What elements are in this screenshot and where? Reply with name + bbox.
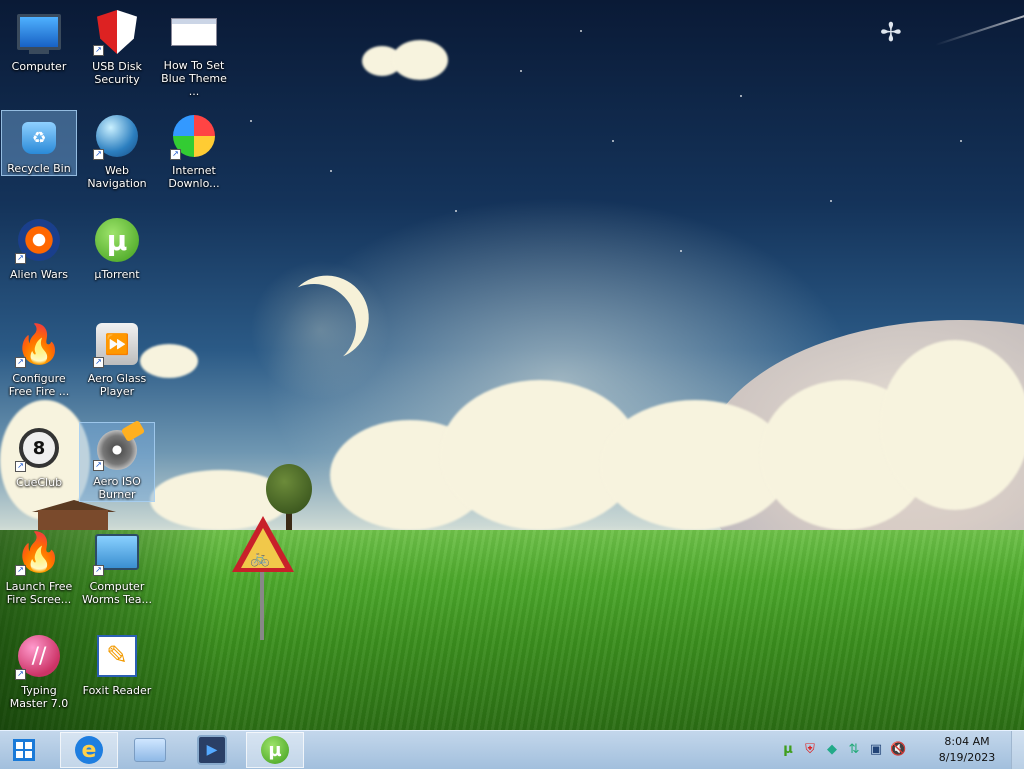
desktop-icon-alien-wars[interactable]: ↗ Alien Wars: [1, 210, 77, 306]
star: [455, 210, 457, 212]
taskbar-file-explorer[interactable]: [121, 732, 179, 768]
desktop-icon-label: µTorrent: [94, 268, 140, 281]
tray-utorrent-icon[interactable]: µ: [780, 742, 796, 758]
utorrent-icon: µ: [93, 216, 141, 264]
desktop-icon-label: Computer: [11, 60, 67, 73]
star: [680, 250, 682, 252]
desktop-icon-computer[interactable]: Computer: [1, 2, 77, 98]
computer-worms-icon: ↗: [93, 528, 141, 576]
taskbar: e ▶ µ µ ⛨ ◆ ⇅ ▣ 🔇 8:04 AM 8/19/2023: [0, 730, 1024, 769]
star: [580, 30, 582, 32]
star: [250, 120, 252, 122]
desktop-icon-cueclub[interactable]: 8 ↗ CueClub: [1, 418, 77, 514]
computer-icon: [15, 8, 63, 56]
star: [960, 140, 962, 142]
star: [612, 140, 614, 142]
desktop-icon-aero-glass-player[interactable]: ⏩ ↗ Aero Glass Player: [79, 314, 155, 410]
star: [740, 95, 742, 97]
alien-wars-icon: ↗: [15, 216, 63, 264]
desktop-icon-aero-iso-burner[interactable]: ↗ Aero ISO Burner: [79, 422, 155, 502]
tray-arrows-icon[interactable]: ⇅: [846, 742, 862, 758]
desktop-icon-recycle-bin[interactable]: ♻ Recycle Bin: [1, 110, 77, 176]
desktop-icon-label: Internet Downlo...: [168, 164, 220, 190]
shield-icon: ↗: [93, 8, 141, 56]
taskbar-utorrent[interactable]: µ: [246, 732, 304, 768]
desktop-icon-label: Foxit Reader: [82, 684, 152, 697]
media-player-icon: ⏩ ↗: [93, 320, 141, 368]
star: [520, 70, 522, 72]
taskbar-clock[interactable]: 8:04 AM 8/19/2023: [930, 734, 1004, 766]
desktop-icon-label: Typing Master 7.0: [9, 684, 69, 710]
desktop-icon-web-navigation[interactable]: ↗ Web Navigation: [79, 106, 155, 202]
desktop-icon-usb-disk-security[interactable]: ↗ USB Disk Security: [79, 2, 155, 98]
tray-volume-muted-icon[interactable]: 🔇: [890, 742, 906, 758]
desktop-icon-typing-master[interactable]: //↗ Typing Master 7.0: [1, 626, 77, 722]
globe-icon: ↗: [93, 112, 141, 160]
desktop-icon-configure-free-fire[interactable]: 🔥 ↗ Configure Free Fire ...: [1, 314, 77, 410]
desktop-icon-label: Web Navigation: [87, 164, 147, 190]
taskbar-internet-explorer[interactable]: e: [60, 732, 118, 768]
desktop-icon-label: Recycle Bin: [7, 162, 71, 175]
taskbar-media-player[interactable]: ▶: [183, 732, 241, 768]
folder-icon: [134, 738, 166, 762]
cloud: [880, 340, 1024, 510]
desktop-icon-label: Aero Glass Player: [87, 372, 147, 398]
pdf-reader-icon: ✎: [93, 632, 141, 680]
desktop-icon-foxit-reader[interactable]: ✎ Foxit Reader: [79, 626, 155, 722]
star: [330, 170, 332, 172]
clock-time: 8:04 AM: [944, 735, 990, 748]
fire-icon: 🔥 ↗: [15, 322, 63, 368]
satellite-icon: ✢: [880, 18, 902, 48]
cloud: [392, 40, 448, 80]
desktop-icon-how-to-set-blue-theme[interactable]: How To Set Blue Theme ...: [156, 2, 232, 98]
desktop-icon-utorrent[interactable]: µ µTorrent: [79, 210, 155, 306]
desktop-icon-label: Configure Free Fire ...: [8, 372, 70, 398]
show-desktop-button[interactable]: [1011, 731, 1024, 769]
media-player-icon: ▶: [197, 735, 227, 765]
internet-explorer-icon: e: [75, 736, 103, 764]
clock-date: 8/19/2023: [938, 751, 996, 764]
start-button[interactable]: [6, 735, 42, 765]
utorrent-icon: µ: [261, 736, 289, 764]
disc-burner-icon: ↗: [93, 429, 141, 471]
typing-master-icon: //↗: [15, 632, 63, 680]
cueclub-icon: 8 ↗: [15, 424, 63, 472]
sign-pole: [260, 560, 264, 640]
desktop-icon-label: Alien Wars: [9, 268, 69, 281]
system-tray: µ ⛨ ◆ ⇅ ▣ 🔇: [780, 737, 906, 763]
desktop-icon-internet-download-manager[interactable]: ↗ Internet Downlo...: [156, 106, 232, 202]
desktop-icon-label: How To Set Blue Theme ...: [161, 59, 227, 98]
desktop-icon-label: Aero ISO Burner: [93, 475, 141, 501]
tree-icon: [266, 464, 312, 514]
desktop-icon-label: Computer Worms Tea...: [81, 580, 153, 606]
desktop-icon-label: CueClub: [15, 476, 63, 489]
fire-icon: 🔥 ↗: [15, 530, 63, 576]
tray-network-monitor-icon[interactable]: ▣: [868, 742, 884, 758]
bicycle-icon: 🚲: [250, 548, 270, 567]
download-manager-icon: ↗: [170, 112, 218, 160]
windows-logo-icon: [13, 739, 35, 761]
recycle-bin-icon: ♻: [15, 117, 63, 158]
desktop-icon-computer-worms[interactable]: ↗ Computer Worms Tea...: [79, 522, 155, 618]
star: [830, 200, 832, 202]
tray-shield-icon[interactable]: ⛨: [802, 742, 818, 758]
desktop-icon-label: Launch Free Fire Scree...: [5, 580, 73, 606]
desktop-icon-launch-free-fire[interactable]: 🔥 ↗ Launch Free Fire Scree...: [1, 522, 77, 618]
document-window-icon: [170, 8, 218, 55]
tray-network-cube-icon[interactable]: ◆: [824, 742, 840, 758]
desktop-icon-label: USB Disk Security: [92, 60, 142, 86]
